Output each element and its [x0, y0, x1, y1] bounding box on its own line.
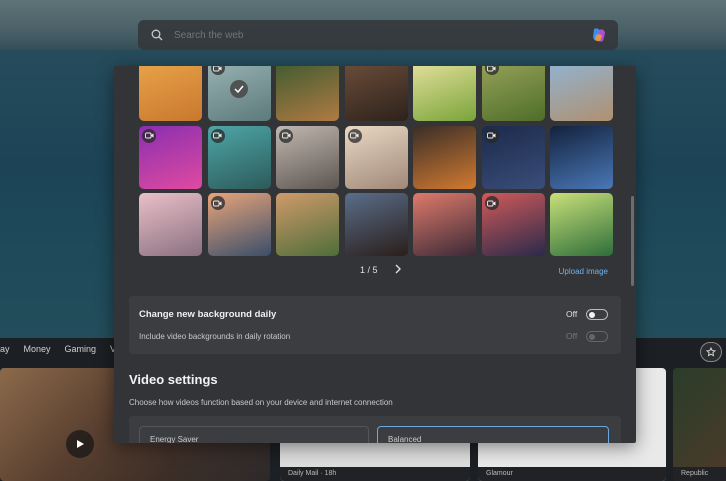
background-thumbnail-milky-way-lake[interactable] [550, 125, 613, 189]
background-thumbnail-starry-rocks[interactable] [344, 193, 408, 256]
nav-item-gaming[interactable]: Gaming [65, 344, 97, 362]
video-camera-icon [279, 128, 293, 143]
panel-scrollbar[interactable] [631, 196, 634, 286]
search-bar[interactable] [138, 20, 618, 50]
video-options: Energy Saver Balanced [129, 416, 621, 443]
pin-icon [706, 347, 716, 357]
page-indicator: 1 / 5 [360, 265, 378, 275]
background-thumbnail-rice-terraces[interactable] [276, 193, 339, 256]
video-settings-title: Video settings [129, 372, 218, 387]
daily-background-label: Change new background daily [139, 309, 277, 320]
gallery-pager: 1 / 5 [360, 264, 402, 276]
background-thumbnail-sunset-bay[interactable] [207, 193, 271, 256]
video-camera-icon [347, 128, 362, 143]
background-thumbnail-jungle-waterfall[interactable] [276, 66, 339, 121]
video-settings-description: Choose how videos function based on your… [129, 398, 393, 407]
background-thumbnail-foggy-peaks[interactable] [276, 125, 339, 189]
video-camera-icon [484, 128, 499, 143]
background-thumbnail-misty-cliffs[interactable] [207, 66, 271, 121]
video-camera-icon [210, 66, 225, 75]
video-rotation-toggle[interactable] [586, 331, 608, 342]
checkmark-icon [229, 80, 248, 98]
category-nav: ay Money Gaming V [0, 344, 116, 362]
card-source: Republic [673, 467, 726, 481]
video-camera-icon [210, 128, 225, 143]
copilot-icon[interactable] [590, 26, 608, 44]
background-thumbnail-purple-abstract[interactable] [139, 125, 202, 189]
daily-toggle-state: Off [566, 309, 578, 319]
background-thumbnail-teal-lagoon[interactable] [207, 125, 271, 189]
background-thumbnail-red-lake[interactable] [413, 193, 476, 256]
video-camera-icon [484, 66, 499, 75]
background-thumbnail-coastal-town[interactable] [550, 66, 613, 121]
video-camera-icon [484, 196, 499, 210]
background-settings-panel: 1 / 5 Upload image Change new background… [114, 66, 636, 443]
background-thumbnail-green-hills[interactable] [413, 66, 476, 121]
nav-item-money[interactable]: Money [24, 344, 51, 362]
search-icon [148, 26, 166, 44]
background-thumbnail-orange-dunes[interactable] [413, 125, 476, 189]
pin-button[interactable] [700, 342, 722, 362]
chevron-right-icon [395, 264, 401, 274]
daily-background-box: Change new background daily Off Include … [129, 296, 621, 354]
upload-image-link[interactable]: Upload image [559, 267, 608, 276]
background-thumbnail-sand-dunes[interactable] [344, 66, 408, 121]
play-icon[interactable] [66, 430, 94, 458]
background-thumbnail-white-dunes[interactable] [344, 125, 408, 189]
video-camera-icon [210, 196, 225, 210]
daily-background-toggle[interactable] [586, 309, 608, 320]
background-thumbnail-lantern-village[interactable] [481, 193, 545, 256]
card-source: Glamour [478, 467, 666, 481]
video-rotation-label: Include video backgrounds in daily rotat… [139, 332, 291, 341]
energy-saver-option[interactable]: Energy Saver [139, 426, 369, 443]
feed-card[interactable]: Republic [673, 368, 726, 481]
background-thumbnail-pink-stones[interactable] [139, 193, 202, 256]
nav-item[interactable]: ay [0, 344, 10, 362]
balanced-option[interactable]: Balanced [377, 426, 609, 443]
background-thumbnail-green-terraces[interactable] [550, 193, 613, 256]
background-thumbnail-hill-fields[interactable] [481, 66, 545, 121]
card-source: Daily Mail · 18h [280, 467, 470, 481]
next-page-button[interactable] [394, 264, 402, 276]
video-camera-icon [142, 128, 156, 143]
video-rotation-state: Off [566, 331, 578, 341]
background-thumbnail-night-sky[interactable] [481, 125, 545, 189]
background-thumbnail-desert-oryx[interactable] [139, 66, 202, 121]
search-input[interactable] [174, 29, 554, 41]
